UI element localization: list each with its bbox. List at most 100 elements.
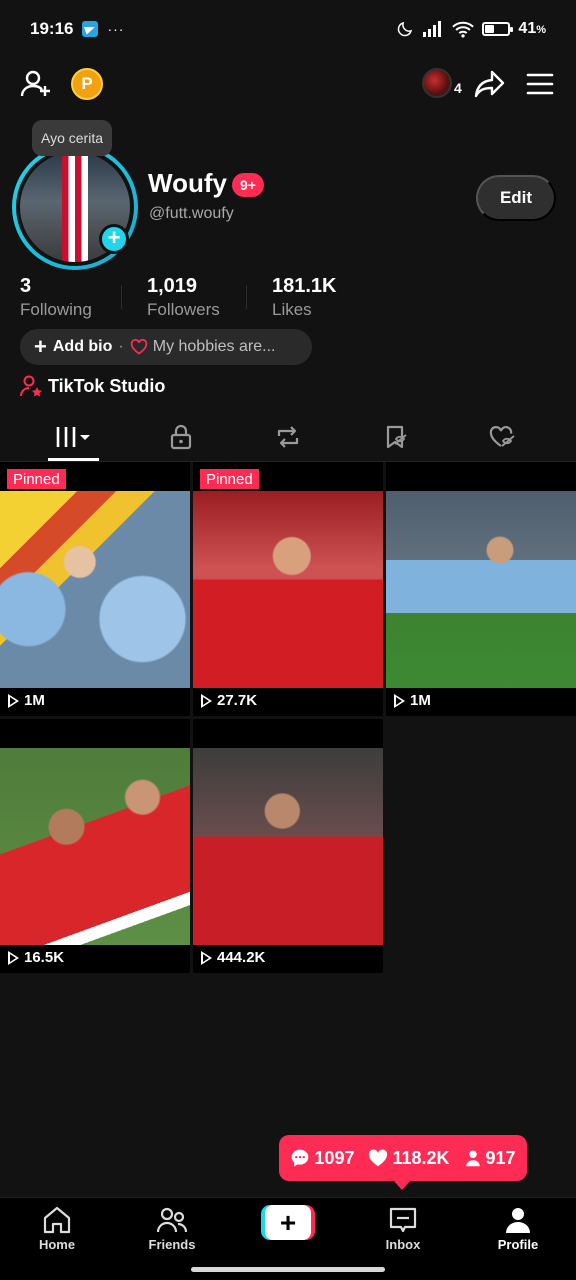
video-thumbnail: [193, 491, 383, 688]
tab-videos[interactable]: [48, 414, 99, 460]
friends-icon: [156, 1207, 188, 1233]
video-thumbnail: [193, 748, 383, 945]
notification-count: 4: [454, 80, 462, 96]
add-bio-button[interactable]: + Add bio · My hobbies are...: [20, 329, 312, 365]
likes-label: Likes: [272, 300, 312, 319]
heart-hidden-icon: [489, 426, 515, 447]
active-tab-indicator: [48, 458, 99, 461]
bio-separator: ·: [118, 338, 124, 355]
person-icon: [465, 1150, 480, 1167]
tab-favorites[interactable]: [370, 414, 421, 460]
stat-likes[interactable]: 181.1K Likes: [272, 275, 337, 320]
video-tile[interactable]: Pinned 27.7K: [193, 462, 383, 716]
status-bar: 19:16 ··· 41%: [0, 0, 576, 58]
toast-likes: 118.2K: [368, 1148, 450, 1169]
grid-videos-icon: [56, 427, 90, 447]
tab-liked[interactable]: [477, 414, 528, 460]
mini-avatar: [422, 68, 452, 98]
status-time: 19:16: [30, 19, 74, 38]
view-count: 444.2K: [201, 949, 265, 966]
play-icon: [201, 693, 212, 708]
play-icon: [8, 950, 19, 965]
battery-icon: [482, 22, 514, 36]
toast-followers: 917: [464, 1148, 516, 1169]
wifi-icon: [452, 21, 475, 38]
toast-comments: 1097: [290, 1148, 354, 1169]
top-bar: P 4: [0, 60, 576, 108]
moon-icon: [398, 21, 413, 37]
bio-hint: My hobbies are...: [152, 338, 276, 355]
home-indicator[interactable]: [191, 1267, 385, 1272]
share-icon[interactable]: [472, 66, 508, 102]
bookmark-hidden-icon: [386, 425, 407, 449]
repost-icon: [277, 426, 298, 448]
studio-label: TikTok Studio: [48, 375, 166, 396]
telegram-icon: [82, 21, 99, 37]
nav-home-label: Home: [38, 1237, 76, 1252]
nav-profile[interactable]: Profile: [478, 1206, 558, 1252]
play-icon: [394, 693, 405, 708]
add-story-button[interactable]: +: [99, 224, 129, 254]
heart-icon: [369, 1149, 388, 1167]
activity-summary-popup[interactable]: 1097 118.2K 917: [279, 1135, 527, 1190]
pinned-badge: Pinned: [200, 469, 259, 489]
tab-private[interactable]: [155, 414, 206, 460]
video-tile[interactable]: 16.5K: [0, 719, 190, 973]
stat-following[interactable]: 3 Following: [20, 275, 92, 320]
pinned-badge: Pinned: [7, 469, 66, 489]
home-icon: [43, 1206, 71, 1234]
more-notifications-icon: ···: [107, 21, 125, 37]
play-icon: [8, 693, 19, 708]
view-count: 1M: [394, 692, 431, 709]
lock-icon: [170, 424, 191, 450]
notifications-avatar-button[interactable]: 4: [422, 68, 462, 98]
video-thumbnail: [0, 748, 190, 945]
nav-friends[interactable]: Friends: [132, 1206, 212, 1252]
video-tile[interactable]: 444.2K: [193, 719, 383, 973]
battery-percent: 41%: [518, 20, 546, 37]
nav-friends-label: Friends: [148, 1237, 196, 1252]
following-label: Following: [20, 300, 92, 319]
view-count: 1M: [8, 692, 45, 709]
content-tabs: [0, 414, 576, 462]
nav-home[interactable]: Home: [17, 1206, 97, 1252]
likes-count: 181.1K: [272, 275, 337, 297]
edit-profile-button[interactable]: Edit: [476, 175, 556, 221]
notification-badge[interactable]: 9+: [232, 173, 264, 197]
create-plus-icon: +: [265, 1205, 311, 1240]
video-tile[interactable]: 1M: [386, 462, 576, 716]
followers-label: Followers: [147, 300, 220, 319]
view-count: 16.5K: [8, 949, 64, 966]
nav-inbox-label: Inbox: [385, 1237, 421, 1252]
menu-icon[interactable]: [524, 68, 556, 100]
divider: [121, 285, 122, 309]
create-button[interactable]: +: [261, 1205, 315, 1240]
tiktok-studio-link[interactable]: TikTok Studio: [20, 375, 165, 397]
video-thumbnail: [386, 491, 576, 688]
profile-icon: [506, 1208, 530, 1233]
video-thumbnail: [0, 491, 190, 688]
display-name: Woufy: [148, 168, 227, 198]
profile-stats: 3 Following 1,019 Followers 181.1K Likes: [0, 275, 576, 321]
following-count: 3: [20, 275, 32, 297]
coins-button[interactable]: P: [71, 68, 103, 100]
plus-icon: +: [34, 334, 47, 359]
divider: [246, 285, 247, 309]
nav-profile-label: Profile: [497, 1237, 539, 1252]
signal-icon: [423, 21, 442, 37]
studio-person-icon: [20, 375, 42, 397]
add-friend-icon[interactable]: [18, 66, 54, 102]
story-tooltip: Ayo cerita: [32, 120, 112, 156]
video-tile[interactable]: Pinned 1M: [0, 462, 190, 716]
coin-icon: P: [71, 68, 103, 100]
heart-outline-icon: [130, 339, 147, 355]
inbox-icon: [389, 1207, 417, 1233]
play-icon: [201, 950, 212, 965]
view-count: 27.7K: [201, 692, 257, 709]
tab-reposts[interactable]: [262, 414, 313, 460]
stat-followers[interactable]: 1,019 Followers: [147, 275, 220, 320]
nav-inbox[interactable]: Inbox: [363, 1206, 443, 1252]
add-bio-label: Add bio: [52, 338, 113, 355]
comment-icon: [292, 1149, 309, 1167]
followers-count: 1,019: [147, 275, 198, 297]
